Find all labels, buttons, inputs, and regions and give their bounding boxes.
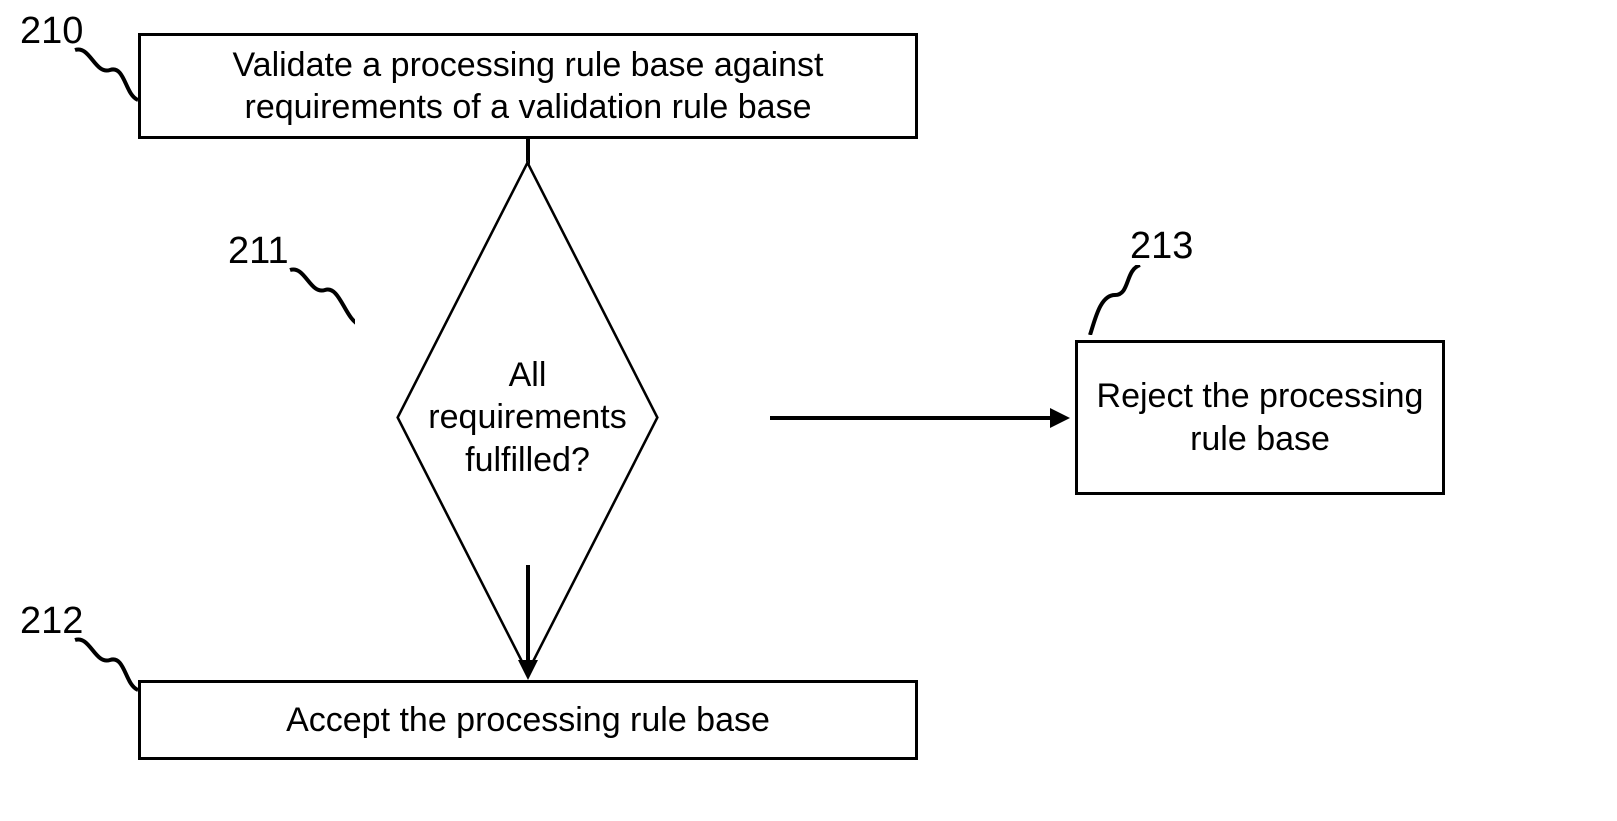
leader-squiggle-icon: [1085, 265, 1155, 335]
node-accept: Accept the processing rule base: [138, 680, 918, 760]
arrow-down-icon: [518, 565, 538, 680]
ref-211: 211: [228, 230, 289, 273]
node-decision: All requirements fulfilled?: [390, 280, 665, 555]
node-accept-text: Accept the processing rule base: [286, 699, 770, 742]
leader-squiggle-icon: [285, 265, 355, 335]
arrow-right-icon: [770, 408, 1070, 428]
node-reject-text: Reject the processing rule base: [1090, 375, 1430, 460]
node-validate-text: Validate a processing rule base against …: [153, 44, 903, 129]
leader-squiggle-icon: [70, 635, 140, 705]
leader-squiggle-icon: [70, 45, 140, 115]
flowchart-canvas: Validate a processing rule base against …: [0, 0, 1617, 821]
ref-213: 213: [1130, 225, 1193, 268]
node-validate: Validate a processing rule base against …: [138, 33, 918, 139]
node-reject: Reject the processing rule base: [1075, 340, 1445, 495]
node-decision-text: All requirements fulfilled?: [390, 280, 665, 555]
